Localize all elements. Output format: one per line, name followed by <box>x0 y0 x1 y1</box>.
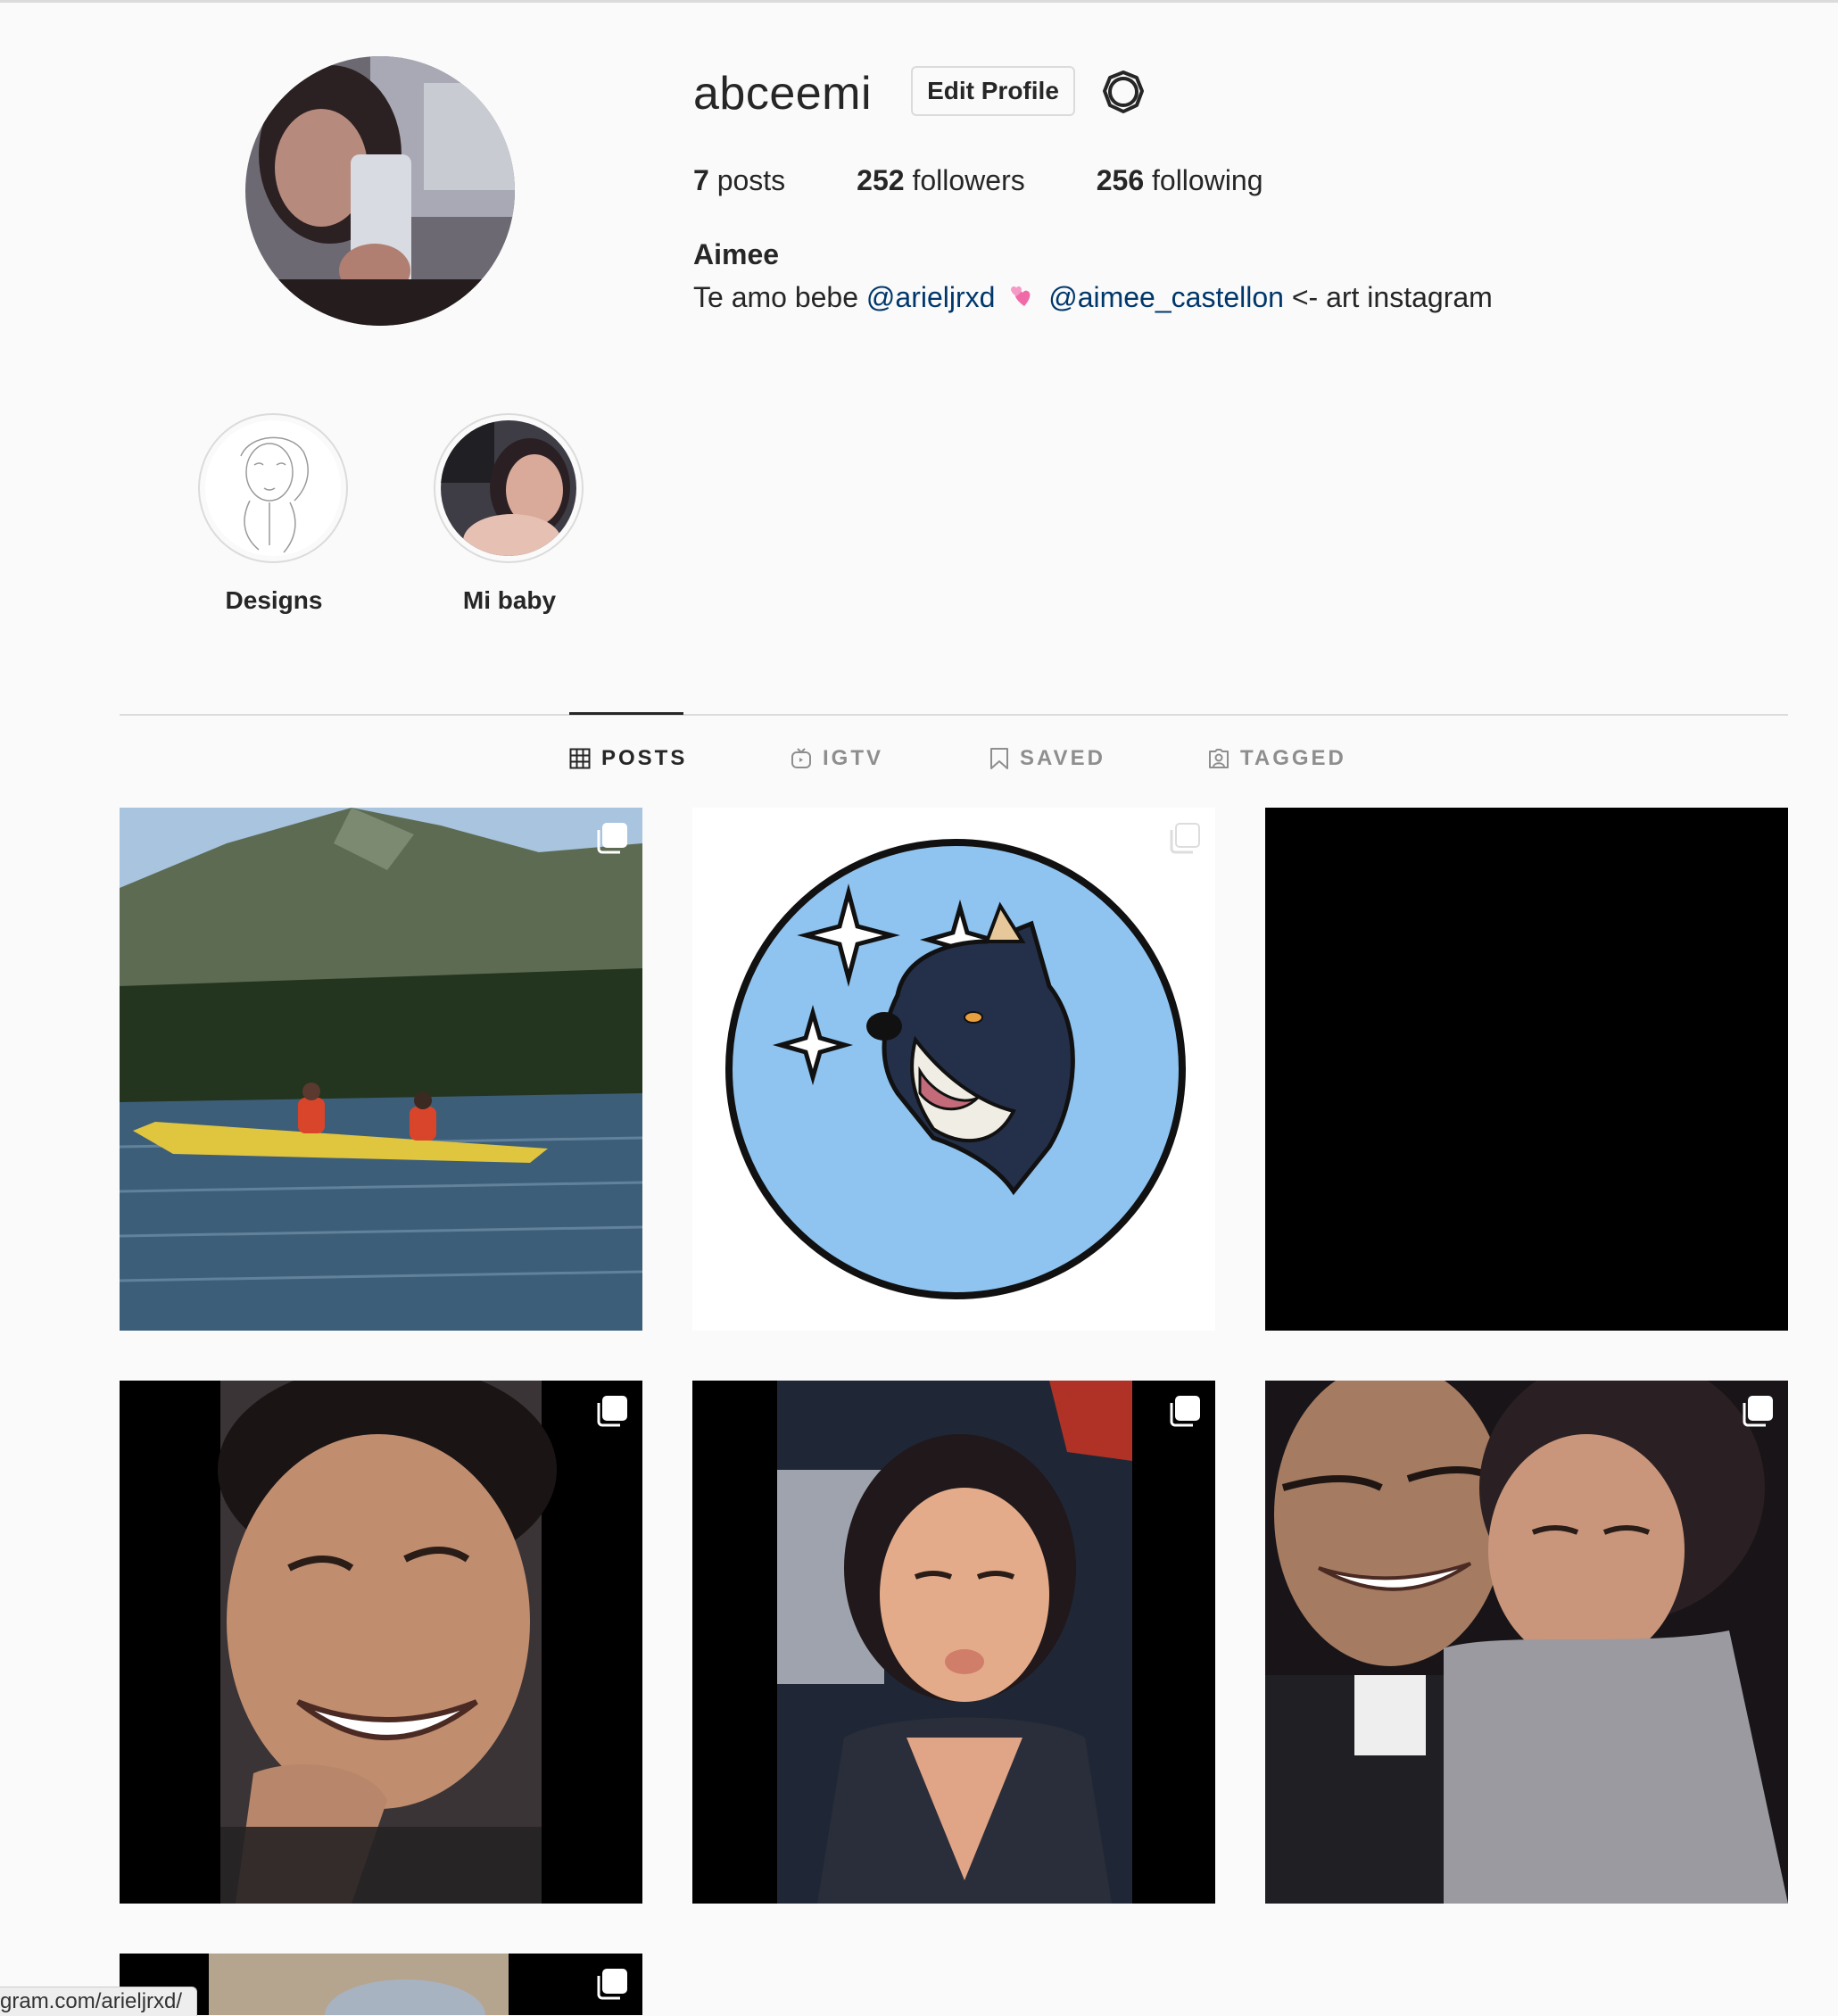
profile-bio: Te amo bebe @arieljrxd 💕 @aimee_castello… <box>693 278 1493 316</box>
bio-text: <- art instagram <box>1291 281 1493 313</box>
post-image-couple <box>1265 1381 1788 1904</box>
browser-status-url: gram.com/arieljrxd/ <box>0 1987 198 2016</box>
profile-full-name: Aimee <box>693 238 780 270</box>
post-tile[interactable] <box>120 1954 642 2015</box>
post-image-wolf <box>692 808 1215 1331</box>
post-tile[interactable] <box>1265 808 1788 1331</box>
posts-label: posts <box>716 164 786 196</box>
post-image-smiling-man <box>120 1381 642 1904</box>
highlight-ring <box>434 413 584 563</box>
followers-stat[interactable]: 252 followers <box>857 162 1025 199</box>
followers-count: 252 <box>857 164 905 196</box>
post-tile[interactable] <box>1265 1381 1788 1904</box>
grid-icon <box>569 748 591 769</box>
multi-photo-icon <box>597 823 627 854</box>
highlight-cover <box>205 420 341 556</box>
highlight-designs[interactable]: Designs <box>198 413 350 617</box>
post-image-black <box>1265 808 1788 1331</box>
following-count: 256 <box>1096 164 1145 196</box>
tab-label: POSTS <box>601 746 688 770</box>
post-image-selfie <box>692 1381 1215 1904</box>
tab-igtv[interactable]: IGTV <box>791 746 883 771</box>
highlight-ring <box>198 413 348 563</box>
tab-saved[interactable]: SAVED <box>989 746 1105 771</box>
multi-photo-icon <box>1743 1396 1773 1427</box>
highlight-label: Designs <box>225 586 323 614</box>
multi-photo-icon <box>597 1396 627 1427</box>
multi-photo-icon <box>1170 1396 1200 1427</box>
posts-count: 7 <box>693 164 709 196</box>
profile-username: abceemi <box>693 68 873 120</box>
tab-tagged[interactable]: TAGGED <box>1208 746 1346 771</box>
tab-label: SAVED <box>1020 746 1105 770</box>
tab-label: TAGGED <box>1240 746 1346 770</box>
tagged-icon <box>1209 749 1229 768</box>
edit-profile-button[interactable]: Edit Profile <box>911 66 1075 116</box>
igtv-icon <box>791 748 811 768</box>
post-image-kayak <box>120 808 642 1331</box>
post-tile[interactable] <box>120 808 642 1331</box>
tab-posts[interactable]: POSTS <box>569 746 687 771</box>
post-tile[interactable] <box>692 808 1215 1331</box>
bio-text: Te amo bebe <box>693 281 859 313</box>
profile-avatar[interactable] <box>245 56 515 326</box>
multi-photo-icon <box>1170 823 1200 854</box>
bookmark-icon <box>990 748 1008 769</box>
following-label: following <box>1152 164 1263 196</box>
top-border <box>0 0 1838 3</box>
post-tile[interactable] <box>692 1381 1215 1904</box>
multi-photo-icon <box>597 1969 627 2000</box>
highlight-cover <box>441 420 576 556</box>
profile-stats: 7 posts 252 followers 256 following <box>693 162 1335 199</box>
active-tab-indicator <box>569 712 683 715</box>
bio-mention-link[interactable]: @arieljrxd <box>866 281 996 313</box>
gear-icon[interactable] <box>1100 70 1147 116</box>
bio-mention-link[interactable]: @aimee_castellon <box>1048 281 1284 313</box>
posts-stat[interactable]: 7 posts <box>693 162 785 199</box>
post-tile[interactable] <box>120 1381 642 1904</box>
followers-label: followers <box>912 164 1025 196</box>
tabs-divider <box>120 714 1788 716</box>
highlight-mi-baby[interactable]: Mi baby <box>434 413 585 617</box>
highlight-label: Mi baby <box>462 586 557 614</box>
post-image-partial <box>120 1954 642 2015</box>
two-hearts-emoji: 💕 <box>1008 281 1035 308</box>
following-stat[interactable]: 256 following <box>1097 162 1263 199</box>
tab-label: IGTV <box>823 746 884 770</box>
